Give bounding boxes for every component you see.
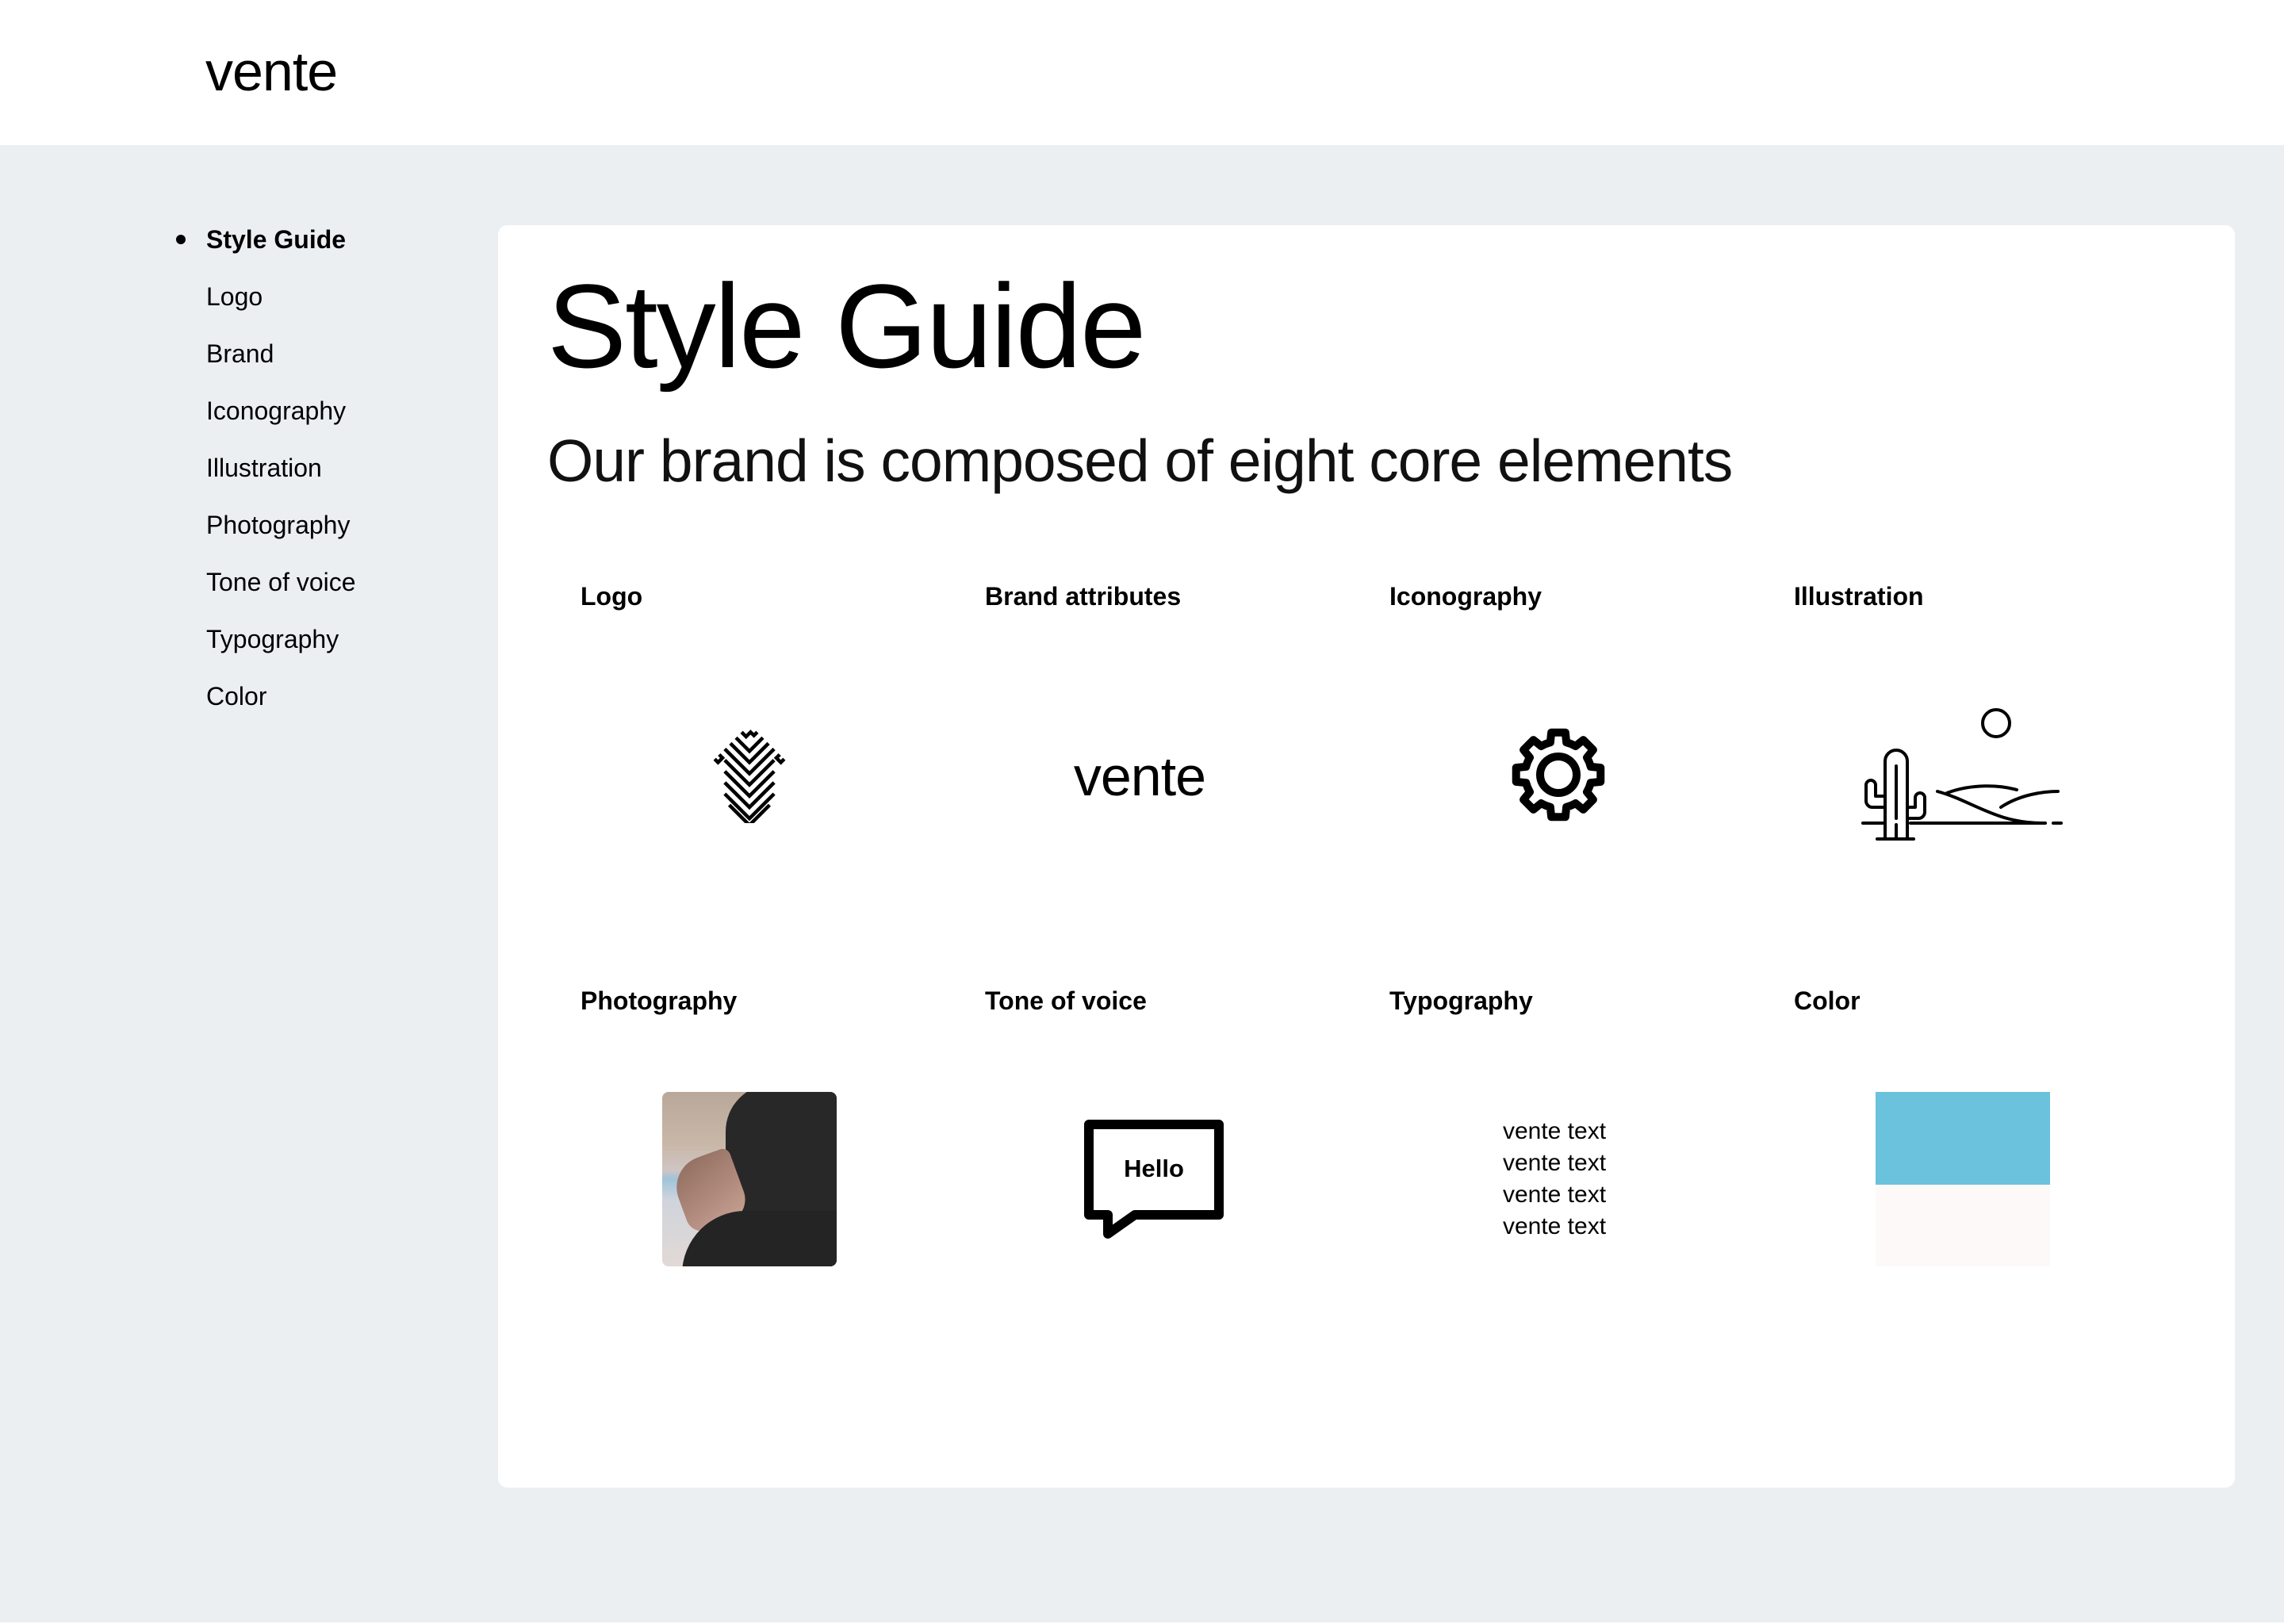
logo-mark-icon [699, 726, 800, 823]
meditation-photo [662, 1092, 837, 1266]
element-label: Color [1794, 986, 1861, 1015]
gear-icon [1511, 727, 1606, 822]
element-iconography[interactable]: Iconography [1356, 573, 1761, 977]
page-title: Style Guide [547, 259, 1146, 393]
bubble-text: Hello [1124, 1155, 1184, 1182]
text-sample: vente text vente text vente text vente t… [1503, 1116, 1606, 1243]
brand-logo-text[interactable]: vente [205, 38, 338, 105]
element-photography[interactable]: Photography [547, 977, 952, 1381]
element-label: Logo [581, 582, 643, 611]
element-label: Tone of voice [985, 986, 1147, 1015]
brand-wordmark: vente [1074, 741, 1206, 808]
sidebar-item-logo[interactable]: Logo [206, 281, 263, 312]
speech-bubble-icon: Hello [1083, 1120, 1225, 1239]
color-swatch [1876, 1092, 2050, 1266]
element-label: Brand attributes [985, 582, 1182, 611]
page-subtitle: Our brand is composed of eight core elem… [547, 427, 1733, 494]
swatch-secondary [1876, 1185, 2050, 1266]
element-typography[interactable]: Typography vente text vente text vente t… [1356, 977, 1761, 1381]
element-color[interactable]: Color [1761, 977, 2165, 1381]
text-sample-line: vente text [1502, 1118, 1607, 1144]
element-label: Illustration [1794, 582, 1924, 611]
element-brand-attributes[interactable]: Brand attributes vente [952, 573, 1356, 977]
desert-cactus-illustration [1861, 707, 2064, 842]
text-sample-line: vente text [1502, 1213, 1607, 1239]
sidebar-item-iconography[interactable]: Iconography [206, 395, 346, 427]
swatch-primary [1876, 1092, 2050, 1185]
element-label: Typography [1389, 986, 1533, 1015]
sidebar-item-style-guide[interactable]: Style Guide [206, 224, 346, 255]
top-header: vente [0, 0, 2284, 145]
content-card: Style Guide Our brand is composed of eig… [498, 225, 2235, 1488]
element-label: Photography [581, 986, 738, 1015]
sidebar-item-illustration[interactable]: Illustration [206, 452, 322, 484]
element-label: Iconography [1389, 582, 1542, 611]
text-sample-line: vente text [1502, 1182, 1607, 1208]
wordmark-text: vente [1073, 745, 1206, 807]
element-illustration[interactable]: Illustration [1761, 573, 2165, 977]
element-tone-of-voice[interactable]: Tone of voice Hello [952, 977, 1356, 1381]
active-bullet-icon [176, 235, 186, 244]
sidebar-item-typography[interactable]: Typography [206, 623, 339, 655]
sidebar-item-color[interactable]: Color [206, 680, 266, 712]
elements-grid: Logo Brand attributes vente Iconography … [547, 573, 2165, 1381]
element-logo[interactable]: Logo [547, 573, 952, 977]
sidebar-item-tone-of-voice[interactable]: Tone of voice [206, 566, 356, 598]
sidebar-item-brand[interactable]: Brand [206, 338, 274, 370]
text-sample-line: vente text [1502, 1150, 1607, 1176]
sidebar-item-photography[interactable]: Photography [206, 509, 350, 541]
